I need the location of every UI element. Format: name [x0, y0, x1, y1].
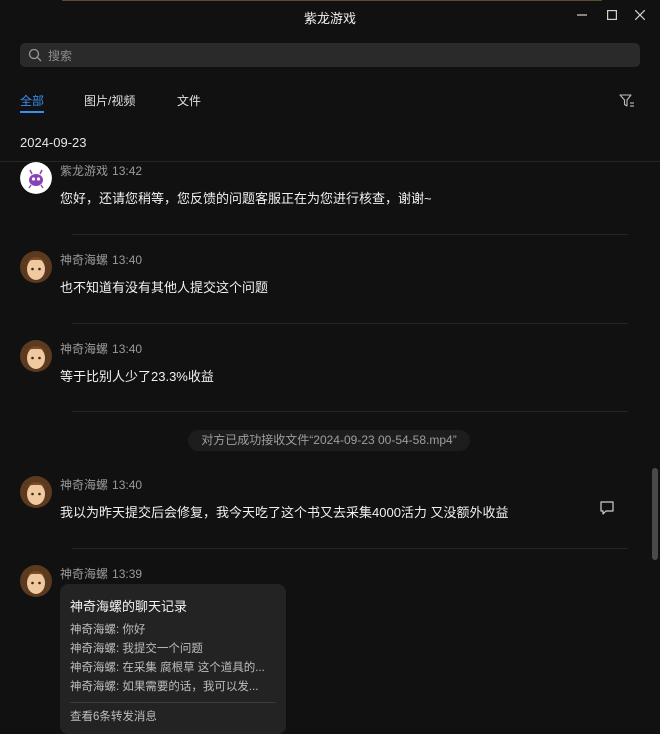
avatar[interactable]: [20, 162, 52, 194]
scrollbar-thumb[interactable]: [652, 468, 658, 560]
close-icon: [635, 10, 645, 20]
filter-button[interactable]: [619, 94, 635, 113]
forwarded-chat-card[interactable]: 神奇海螺的聊天记录 神奇海螺: 你好 神奇海螺: 我提交一个问题 神奇海螺: 在…: [60, 584, 286, 734]
avatar[interactable]: [20, 340, 52, 372]
title-bar: 紫龙游戏: [0, 0, 660, 32]
file-received-notice: 对方已成功接收文件“2024-09-23 00-54-58.mp4”: [188, 430, 470, 451]
filter-icon: [619, 94, 634, 107]
message-meta: 神奇海螺 13:40: [60, 476, 142, 493]
message-text: 您好，还请您稍等，您反馈的问题客服正在为您进行核查，谢谢~: [60, 191, 432, 206]
message-divider: [72, 323, 628, 324]
message-divider: [72, 411, 628, 412]
sender-name: 神奇海螺: [60, 478, 109, 492]
message-time: 13:40: [112, 478, 143, 492]
message-time: 13:40: [112, 342, 143, 356]
maximize-button[interactable]: [602, 6, 622, 24]
reply-button[interactable]: [599, 500, 615, 521]
search-box[interactable]: [20, 43, 640, 67]
message-time: 13:39: [112, 567, 143, 581]
avatar[interactable]: [20, 565, 52, 597]
tab-media[interactable]: 图片/视频: [84, 92, 135, 109]
avatar[interactable]: [20, 251, 52, 283]
message-meta: 神奇海螺 13:40: [60, 251, 142, 268]
message-time: 13:42: [112, 164, 143, 178]
comment-icon: [600, 501, 614, 515]
close-button[interactable]: [630, 6, 650, 24]
chat-record-line: 神奇海螺: 如果需要的话，我可以发...: [70, 681, 259, 693]
sender-name: 神奇海螺: [60, 253, 109, 267]
user-avatar-icon: [20, 476, 52, 508]
card-divider: [70, 702, 276, 703]
message-text: 也不知道有没有其他人提交这个问题: [60, 280, 269, 295]
avatar[interactable]: [20, 476, 52, 508]
dragon-mascot-icon: [20, 162, 52, 194]
message-divider: [72, 548, 628, 549]
chat-record-title: 神奇海螺的聊天记录: [70, 599, 188, 614]
chat-record-line: 神奇海螺: 你好: [70, 624, 146, 636]
sender-name: 神奇海螺: [60, 567, 109, 581]
search-input[interactable]: [46, 46, 610, 66]
user-avatar-icon: [20, 565, 52, 597]
user-avatar-icon: [20, 340, 52, 372]
message-text: 我以为昨天提交后会修复，我今天吃了这个书又去采集4000活力 又没额外收益: [60, 505, 509, 520]
message-time: 13:40: [112, 253, 143, 267]
message-text: 等于比别人少了23.3%收益: [60, 369, 214, 384]
user-avatar-icon: [20, 251, 52, 283]
chat-record-line: 神奇海螺: 我提交一个问题: [70, 643, 203, 655]
sender-name: 神奇海螺: [60, 342, 109, 356]
view-forwarded-link[interactable]: 查看6条转发消息: [70, 708, 157, 724]
message-meta: 神奇海螺 13:39: [60, 565, 142, 582]
message-meta: 紫龙游戏 13:42: [60, 162, 142, 179]
chat-record-line: 神奇海螺: 在采集 腐根草 这个道具的...: [70, 662, 265, 674]
tab-all[interactable]: 全部: [20, 92, 45, 113]
minimize-button[interactable]: [572, 6, 592, 24]
window-title: 紫龙游戏: [303, 11, 356, 26]
search-icon: [28, 48, 42, 62]
sender-name: 紫龙游戏: [60, 164, 109, 178]
message-divider: [72, 234, 628, 235]
message-meta: 神奇海螺 13:40: [60, 340, 142, 357]
maximize-icon: [607, 10, 617, 20]
date-header: 2024-09-23: [20, 135, 87, 150]
minimize-icon: [577, 14, 587, 16]
tab-files[interactable]: 文件: [177, 92, 201, 109]
